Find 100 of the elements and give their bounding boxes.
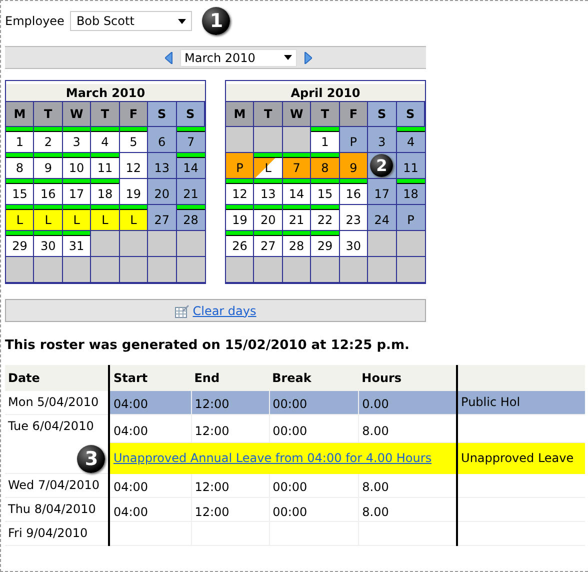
calendar-day[interactable]: 27 [148,205,177,231]
calendar-day[interactable]: 2 [34,127,63,153]
weekday-header: M [226,102,254,127]
calendar-day[interactable]: 13 [148,153,177,179]
calendar-day[interactable]: 7 [282,153,312,179]
calendar-day[interactable]: 17 [368,179,397,205]
weekday-header: S [176,102,205,127]
table-cell: 00:00 [269,390,359,414]
calendar-day[interactable]: 21 [282,205,312,231]
calendar-day[interactable]: P [396,205,425,231]
calendar-day[interactable]: 14 [282,179,312,205]
calendar-day[interactable]: 3 [62,127,92,153]
calendar-day[interactable] [396,257,425,283]
calendar-day[interactable] [254,127,283,153]
calendar-day[interactable]: 13 [254,179,283,205]
calendar-day[interactable]: 5 [120,127,148,153]
next-arrow-icon[interactable] [304,52,312,64]
calendar-day[interactable] [120,257,148,283]
calendar-day[interactable]: 17 [62,179,92,205]
calendar-day[interactable]: L [34,205,63,231]
calendar-day[interactable]: P [226,153,254,179]
calendar-day[interactable]: L [254,153,283,179]
calendar-day[interactable]: 27 [254,231,283,257]
table-cell: 12:00 [191,414,270,443]
calendar-day[interactable]: 21 [176,179,205,205]
calendar-day[interactable] [148,231,177,257]
calendar-day[interactable]: 19 [226,205,254,231]
calendar-day[interactable]: 18 [91,179,120,205]
calendar-day[interactable]: L [6,205,34,231]
calendar-day[interactable]: L [62,205,92,231]
calendar-day[interactable] [282,257,312,283]
previous-arrow-icon[interactable] [164,52,172,64]
calendar-day[interactable]: 20 [148,179,177,205]
calendar-day[interactable] [148,257,177,283]
calendar-day[interactable]: 28 [282,231,312,257]
calendar-day[interactable]: 20 [254,205,283,231]
calendar-day[interactable]: 10 [62,153,92,179]
calendar-day[interactable]: 6 [148,127,177,153]
calendar-day[interactable]: 8 [311,153,340,179]
calendar-day[interactable]: 24 [368,205,397,231]
calendar-day[interactable]: L [120,205,148,231]
calendar-day[interactable] [6,257,34,283]
calendar-day[interactable]: 12 [120,153,148,179]
calendar-day[interactable] [226,257,254,283]
weekday-header: W [62,102,92,127]
calendar-day[interactable]: 16 [34,179,63,205]
calendar-title: April 2010 [226,84,425,102]
calendar-day[interactable] [368,231,397,257]
calendar-day[interactable] [176,257,205,283]
calendar-day[interactable]: 9 [34,153,63,179]
calendar-day[interactable]: 12 [226,179,254,205]
calendar-day[interactable]: 1 [311,127,340,153]
calendar-day[interactable] [396,231,425,257]
calendar-day[interactable] [368,257,397,283]
table-cell: 12:00 [191,390,270,414]
table-cell: 12:00 [191,474,270,498]
calendar-day[interactable]: 19 [120,179,148,205]
calendar-day[interactable]: 29 [311,231,340,257]
calendar-day[interactable]: 28 [176,205,205,231]
calendar-day[interactable] [120,231,148,257]
calendar-day[interactable] [311,257,340,283]
calendar-day[interactable] [91,257,120,283]
calendar-day[interactable]: 31 [62,231,92,257]
month-select[interactable]: March 2010 [180,48,296,66]
calendar-day[interactable]: 26 [226,231,254,257]
calendar-day[interactable] [226,127,254,153]
calendar-day[interactable]: 1 [6,127,34,153]
calendar-day[interactable]: L [91,205,120,231]
calendar-day[interactable] [34,257,63,283]
calendar-day[interactable] [176,231,205,257]
calendar-day[interactable]: P [340,127,368,153]
calendar-day[interactable]: 3 [368,127,397,153]
calendar-day[interactable]: 30 [34,231,63,257]
calendar-day[interactable] [340,257,368,283]
leave-request-link[interactable]: Unapproved Annual Leave from 04:00 for 4.00 Hours [113,451,432,466]
calendar-day[interactable] [254,257,283,283]
calendar-day[interactable]: 8 [6,153,34,179]
calendar-day[interactable]: 15 [6,179,34,205]
calendar-day[interactable] [62,257,92,283]
calendar-day[interactable] [91,231,120,257]
calendar-day[interactable]: 11 [396,153,425,179]
calendar-day[interactable]: 9 [340,153,368,179]
calendar-day[interactable]: 22 [311,205,340,231]
calendar-day[interactable]: 4 [91,127,120,153]
weekday-header: T [254,102,283,127]
calendar-day[interactable]: 16 [340,179,368,205]
calendar-day[interactable]: 14 [176,153,205,179]
clear-days-link[interactable]: Clear days [192,302,256,320]
calendar-day[interactable]: 29 [6,231,34,257]
calendar-day[interactable]: 18 [396,179,425,205]
calendar-day[interactable] [282,127,312,153]
employee-label: Employee [5,13,64,30]
calendar-day[interactable]: 15 [311,179,340,205]
calendar-day[interactable]: 23 [340,205,368,231]
employee-select[interactable]: Bob Scott [70,11,192,31]
calendar-day[interactable]: 4 [396,127,425,153]
weekday-header: T [91,102,120,127]
calendar-day[interactable]: 11 [91,153,120,179]
calendar-day[interactable]: 30 [340,231,368,257]
calendar-day[interactable]: 7 [176,127,205,153]
